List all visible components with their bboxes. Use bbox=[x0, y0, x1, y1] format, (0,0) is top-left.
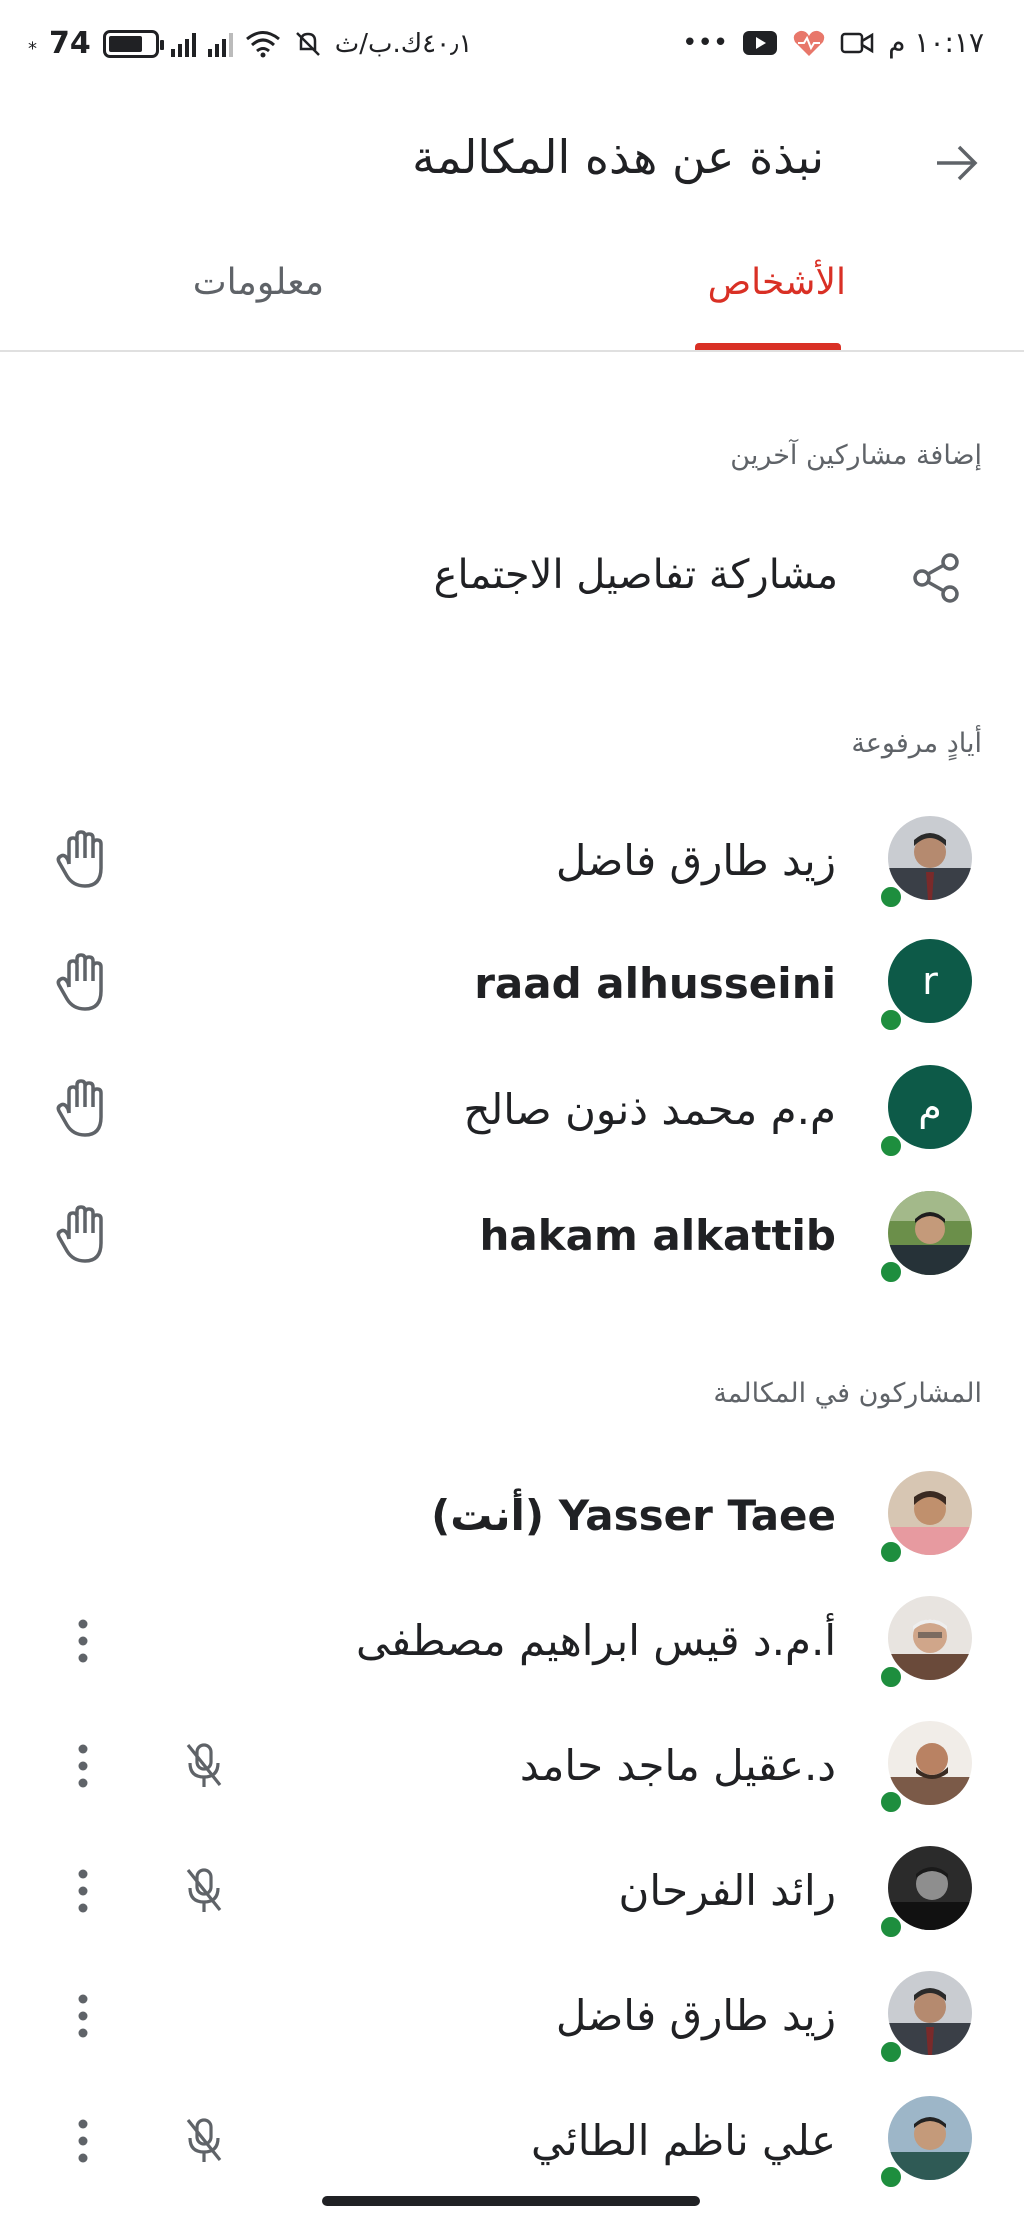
battery-icon bbox=[102, 29, 164, 58]
online-status-dot bbox=[878, 884, 904, 910]
health-heart-icon bbox=[793, 30, 825, 56]
more-options-icon[interactable] bbox=[70, 1616, 96, 1666]
tab-divider bbox=[0, 350, 1024, 352]
participant-name: Yasser Taee (أنت) bbox=[431, 1491, 836, 1540]
online-status-dot bbox=[878, 1259, 904, 1285]
signal-icon-2 bbox=[207, 31, 233, 57]
mute-bell-icon bbox=[295, 31, 320, 56]
tab-info[interactable]: معلومات bbox=[193, 262, 324, 303]
online-status-dot bbox=[878, 1664, 904, 1690]
bluetooth-icon: ⁎ bbox=[28, 33, 37, 54]
page-title: نبذة عن هذه المكالمة bbox=[412, 130, 824, 184]
participant-row[interactable]: علي ناظم الطائي bbox=[0, 2080, 1024, 2198]
raised-hand-icon bbox=[56, 1205, 103, 1263]
raised-hand-icon bbox=[56, 830, 103, 888]
mic-off-icon bbox=[186, 1743, 222, 1787]
youtube-icon bbox=[743, 30, 778, 55]
participant-row[interactable]: Yasser Taee (أنت) bbox=[0, 1455, 1024, 1573]
online-status-dot bbox=[878, 1539, 904, 1565]
online-status-dot bbox=[878, 1007, 904, 1033]
home-indicator[interactable] bbox=[322, 2196, 700, 2206]
participant-row[interactable]: أ.م.د قيس ابراهيم مصطفى bbox=[0, 1580, 1024, 1698]
video-icon bbox=[840, 32, 874, 53]
active-tab-indicator bbox=[695, 343, 841, 350]
raised-hand-row[interactable]: م م.م محمد ذنون صالح bbox=[0, 1049, 1024, 1167]
network-speed: ٤٠٫١ك.ب/ث bbox=[334, 28, 473, 59]
participant-name: م.م محمد ذنون صالح bbox=[463, 1085, 836, 1134]
participant-name: زيد طارق فاضل bbox=[555, 836, 836, 885]
tab-people[interactable]: الأشخاص bbox=[708, 262, 846, 303]
raised-hand-row[interactable]: hakam alkattib bbox=[0, 1175, 1024, 1293]
participant-name: raad alhusseini bbox=[474, 959, 836, 1008]
raised-hand-icon bbox=[56, 953, 103, 1011]
battery-percent: 74 bbox=[49, 26, 91, 61]
participant-row[interactable]: رائد الفرحان bbox=[0, 1830, 1024, 1948]
more-options-icon[interactable] bbox=[70, 2116, 96, 2166]
more-options-icon[interactable] bbox=[70, 1866, 96, 1916]
participant-name: زيد طارق فاضل bbox=[555, 1991, 836, 2040]
in-call-label: المشاركون في المكالمة bbox=[713, 1378, 982, 1409]
online-status-dot bbox=[878, 1133, 904, 1159]
participant-name: د.عقيل ماجد حامد bbox=[519, 1741, 836, 1790]
participant-row[interactable]: زيد طارق فاضل bbox=[0, 1955, 1024, 2073]
online-status-dot bbox=[878, 2164, 904, 2190]
online-status-dot bbox=[878, 1914, 904, 1940]
raised-hand-row[interactable]: زيد طارق فاضل bbox=[0, 800, 1024, 918]
add-participants-label: إضافة مشاركين آخرين bbox=[730, 440, 982, 471]
more-options-icon[interactable] bbox=[70, 1991, 96, 2041]
share-meeting-details-label: مشاركة تفاصيل الاجتماع bbox=[433, 552, 838, 598]
back-arrow-icon[interactable] bbox=[933, 140, 979, 186]
participant-row[interactable]: د.عقيل ماجد حامد bbox=[0, 1705, 1024, 1823]
raised-hands-label: أيادٍ مرفوعة bbox=[851, 728, 982, 759]
participant-name: أ.م.د قيس ابراهيم مصطفى bbox=[355, 1616, 836, 1665]
raised-hand-row[interactable]: r raad alhusseini bbox=[0, 923, 1024, 1041]
overflow-dots: ••• bbox=[682, 27, 729, 58]
participant-name: رائد الفرحان bbox=[618, 1866, 836, 1915]
raised-hand-icon bbox=[56, 1079, 103, 1137]
mic-off-icon bbox=[186, 2118, 222, 2162]
participant-name: علي ناظم الطائي bbox=[531, 2116, 836, 2165]
signal-icon bbox=[170, 31, 196, 57]
share-icon bbox=[913, 553, 959, 603]
status-bar: ⁎ 74 ٤٠٫١ك.ب/ث ••• ١٠:١٧ م bbox=[0, 0, 1024, 90]
clock: ١٠:١٧ م bbox=[888, 26, 984, 59]
mic-off-icon bbox=[186, 1868, 222, 1912]
more-options-icon[interactable] bbox=[70, 1741, 96, 1791]
online-status-dot bbox=[878, 2039, 904, 2065]
online-status-dot bbox=[878, 1789, 904, 1815]
participant-name: hakam alkattib bbox=[479, 1211, 836, 1260]
wifi-icon bbox=[245, 30, 280, 57]
